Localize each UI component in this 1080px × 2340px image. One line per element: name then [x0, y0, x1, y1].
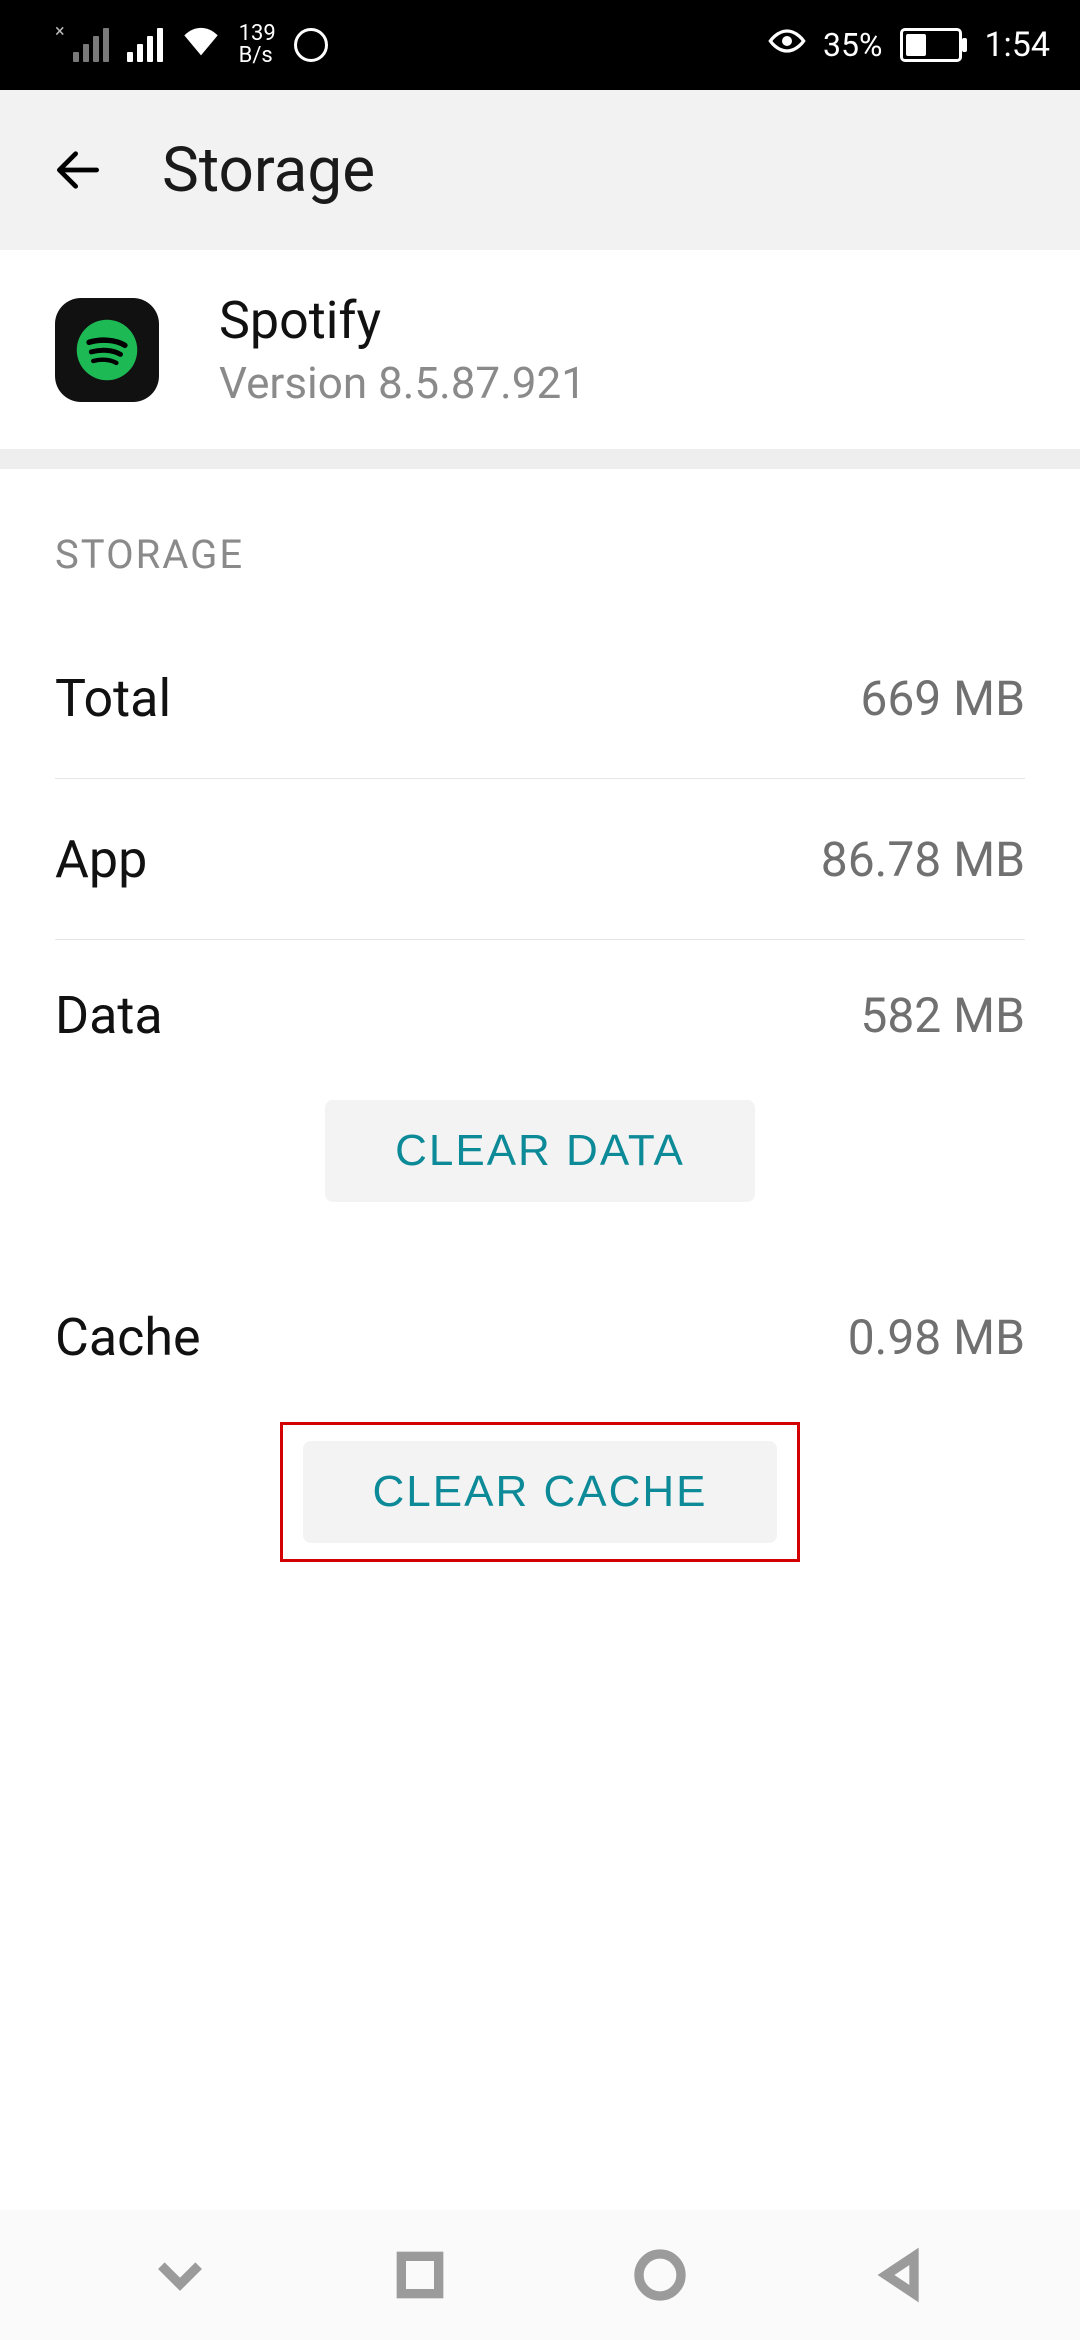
clear-data-button[interactable]: CLEAR DATA — [325, 1100, 755, 1202]
navigation-bar — [0, 2210, 1080, 2340]
clock-label: 1:54 — [984, 25, 1050, 65]
battery-percent: 35% — [823, 26, 882, 64]
nav-recent-icon[interactable] — [392, 2247, 448, 2303]
row-app: App 86.78 MB — [55, 779, 1025, 940]
row-data-label: Data — [55, 985, 163, 1046]
status-bar-left: × 139 B/s — [55, 21, 328, 70]
eye-comfort-icon — [767, 24, 807, 67]
status-ring-icon — [294, 28, 328, 62]
signal-icon-2 — [127, 28, 163, 62]
clear-cache-highlight: CLEAR CACHE — [280, 1422, 801, 1562]
section-title-storage: STORAGE — [55, 469, 1025, 618]
network-speed-label: 139 B/s — [239, 23, 276, 67]
row-total: Total 669 MB — [55, 618, 1025, 779]
storage-section: STORAGE Total 669 MB App 86.78 MB Data 5… — [0, 469, 1080, 1592]
app-name-label: Spotify — [219, 290, 586, 351]
back-arrow-icon[interactable] — [50, 142, 106, 198]
network-speed-value: 139 — [239, 23, 276, 45]
row-total-label: Total — [55, 668, 171, 729]
page-title: Storage — [162, 134, 375, 207]
app-bar: Storage — [0, 90, 1080, 250]
app-info-text: Spotify Version 8.5.87.921 — [219, 290, 586, 409]
nav-home-icon[interactable] — [632, 2247, 688, 2303]
clear-data-button-wrap: CLEAR DATA — [55, 1090, 1025, 1232]
nav-hide-icon[interactable] — [152, 2247, 208, 2303]
row-app-label: App — [55, 829, 147, 890]
clear-cache-button-wrap: CLEAR CACHE — [55, 1412, 1025, 1592]
no-sim-icon: × — [55, 21, 65, 42]
row-cache-value: 0.98 MB — [848, 1309, 1025, 1366]
battery-icon — [900, 28, 962, 62]
status-bar: × 139 B/s 35% 1:54 — [0, 0, 1080, 90]
row-cache-label: Cache — [55, 1307, 201, 1368]
signal-icon-1 — [73, 28, 109, 62]
status-bar-right: 35% 1:54 — [767, 24, 1050, 67]
row-data-value: 582 MB — [860, 987, 1025, 1044]
app-info-row[interactable]: Spotify Version 8.5.87.921 — [0, 250, 1080, 469]
row-total-value: 669 MB — [860, 670, 1025, 727]
row-app-value: 86.78 MB — [821, 831, 1025, 888]
app-version-label: Version 8.5.87.921 — [219, 357, 586, 409]
clear-cache-button[interactable]: CLEAR CACHE — [303, 1441, 778, 1543]
nav-back-icon[interactable] — [872, 2247, 928, 2303]
network-speed-unit: B/s — [239, 45, 276, 67]
wifi-icon — [181, 25, 221, 65]
row-cache: Cache 0.98 MB — [55, 1262, 1025, 1412]
spotify-app-icon — [55, 298, 159, 402]
row-data: Data 582 MB — [55, 940, 1025, 1090]
